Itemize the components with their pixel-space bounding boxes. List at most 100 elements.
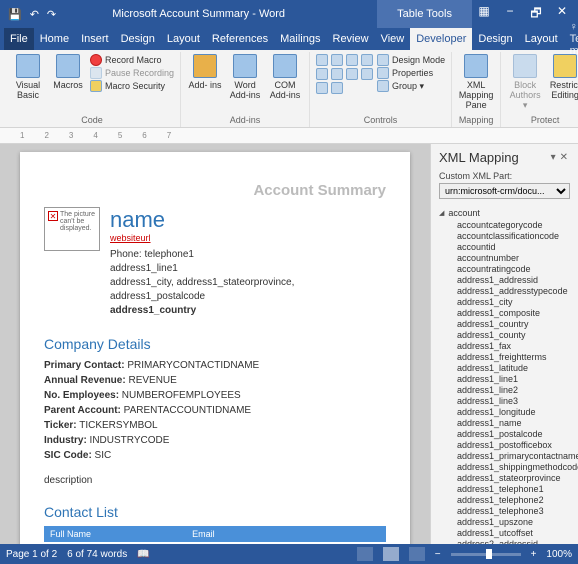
tree-node[interactable]: address1_longitude <box>457 406 574 417</box>
address-postal[interactable]: address1_postalcode <box>110 290 386 304</box>
tree-node[interactable]: address1_telephone1 <box>457 483 574 494</box>
detail-row[interactable]: Industry: INDUSTRYCODE <box>44 433 386 448</box>
tree-node[interactable]: address1_city <box>457 296 574 307</box>
control-image-icon[interactable] <box>346 54 358 66</box>
block-authors-button[interactable]: Block Authors ▾ <box>507 54 543 111</box>
pane-options-icon[interactable]: ▾ <box>549 152 558 163</box>
tree-node[interactable]: accountid <box>457 241 574 252</box>
record-macro-button[interactable]: Record Macro <box>90 54 174 66</box>
properties-button[interactable]: Properties <box>377 67 445 79</box>
zoom-level[interactable]: 100% <box>546 549 572 560</box>
ribbon-options-icon[interactable]: ▦ <box>472 4 496 25</box>
tree-node[interactable]: address1_name <box>457 417 574 428</box>
description-field[interactable]: description <box>44 475 386 486</box>
tab-layout[interactable]: Layout <box>161 28 206 50</box>
tree-node[interactable]: address1_country <box>457 318 574 329</box>
tree-node[interactable]: address1_primarycontactname <box>457 450 574 461</box>
detail-row[interactable]: Ticker: TICKERSYMBOL <box>44 418 386 433</box>
tree-node[interactable]: accountnumber <box>457 252 574 263</box>
tab-file[interactable]: File <box>4 28 34 50</box>
tree-node[interactable]: accountcategorycode <box>457 219 574 230</box>
macro-security-button[interactable]: Macro Security <box>90 80 174 92</box>
tree-node[interactable]: address1_line2 <box>457 384 574 395</box>
word-addins-button[interactable]: Word Add-ins <box>227 54 263 100</box>
tree-root-account[interactable]: ◢account <box>439 207 574 219</box>
view-print-layout[interactable] <box>383 547 399 561</box>
tab-home[interactable]: Home <box>34 28 75 50</box>
com-addins-button[interactable]: COM Add-ins <box>267 54 303 100</box>
detail-row[interactable]: SIC Code: SIC <box>44 448 386 463</box>
redo-icon[interactable]: ↷ <box>43 8 60 21</box>
phone-field[interactable]: telephone1 <box>144 249 194 260</box>
tell-me-search[interactable]: ♀ Tell me... <box>564 28 578 50</box>
tab-design[interactable]: Design <box>115 28 161 50</box>
control-dropdown-icon[interactable] <box>346 68 358 80</box>
view-web-layout[interactable] <box>409 547 425 561</box>
tree-node[interactable]: address1_stateorprovince <box>457 472 574 483</box>
detail-row[interactable]: Parent Account: PARENTACCOUNTIDNAME <box>44 403 386 418</box>
xml-mapping-pane-button[interactable]: XML Mapping Pane <box>458 54 494 110</box>
tree-node[interactable]: accountratingcode <box>457 263 574 274</box>
minimize-icon[interactable]: − <box>498 4 522 25</box>
tree-node[interactable]: address1_addressid <box>457 274 574 285</box>
contact-table[interactable]: Full Name Email fullname emailaddress1 <box>44 526 386 544</box>
restore-icon[interactable]: 🗗 <box>524 4 548 25</box>
restrict-editing-button[interactable]: Restrict Editing <box>547 54 578 100</box>
pane-close-icon[interactable]: ✕ <box>558 152 570 163</box>
tree-node[interactable]: address1_composite <box>457 307 574 318</box>
tree-node[interactable]: address1_shippingmethodcode <box>457 461 574 472</box>
tree-node[interactable]: address1_addresstypecode <box>457 285 574 296</box>
control-aa-icon[interactable] <box>316 54 328 66</box>
expand-icon[interactable]: ◢ <box>439 209 444 217</box>
macros-button[interactable]: Macros <box>50 54 86 90</box>
visual-basic-button[interactable]: Visual Basic <box>10 54 46 100</box>
tab-insert[interactable]: Insert <box>75 28 115 50</box>
zoom-in-button[interactable]: + <box>531 549 537 560</box>
custom-xml-part-select[interactable]: urn:microsoft-crm/docu... <box>439 183 570 199</box>
tab-mailings[interactable]: Mailings <box>274 28 326 50</box>
name-field[interactable]: name <box>110 207 386 233</box>
tree-node[interactable]: address1_fax <box>457 340 574 351</box>
address-country[interactable]: address1_country <box>110 304 386 318</box>
ruler[interactable]: 1234567 <box>0 128 578 144</box>
tree-node[interactable]: address2_addressid <box>457 538 574 544</box>
design-mode-button[interactable]: Design Mode <box>377 54 445 66</box>
tree-node[interactable]: address1_line1 <box>457 373 574 384</box>
tree-node[interactable]: address1_latitude <box>457 362 574 373</box>
tree-node[interactable]: address1_postofficebox <box>457 439 574 450</box>
group-button[interactable]: Group ▾ <box>377 80 445 92</box>
website-field[interactable]: websiteurl <box>110 233 151 243</box>
view-read-mode[interactable] <box>357 547 373 561</box>
spellcheck-icon[interactable]: 📖 <box>137 549 149 560</box>
zoom-out-button[interactable]: − <box>435 549 441 560</box>
pause-recording-button[interactable]: Pause Recording <box>90 67 174 79</box>
xml-tree[interactable]: ◢account accountcategorycodeaccountclass… <box>431 203 578 544</box>
control-legacy-icon[interactable] <box>331 82 343 94</box>
page[interactable]: Account Summary ✕The picture can't be di… <box>20 152 410 544</box>
tab-review[interactable]: Review <box>327 28 375 50</box>
table-row[interactable]: fullname emailaddress1 <box>44 542 386 544</box>
tab-references[interactable]: References <box>206 28 274 50</box>
detail-row[interactable]: Annual Revenue: REVENUE <box>44 373 386 388</box>
tree-node[interactable]: accountclassificationcode <box>457 230 574 241</box>
addins-button[interactable]: Add- ins <box>187 54 223 90</box>
tree-node[interactable]: address1_upszone <box>457 516 574 527</box>
image-placeholder[interactable]: ✕The picture can't be displayed. <box>44 207 100 251</box>
address-line1[interactable]: address1_line1 <box>110 262 386 276</box>
tree-node[interactable]: address1_telephone3 <box>457 505 574 516</box>
tree-node[interactable]: address1_utcoffset <box>457 527 574 538</box>
control-combo-icon[interactable] <box>331 68 343 80</box>
control-bb-icon[interactable] <box>361 54 373 66</box>
status-words[interactable]: 6 of 74 words <box>67 549 127 560</box>
control-repeat-icon[interactable] <box>316 82 328 94</box>
detail-row[interactable]: No. Employees: NUMBEROFEMPLOYEES <box>44 388 386 403</box>
tab-tt-layout[interactable]: Layout <box>519 28 564 50</box>
document-area[interactable]: Account Summary ✕The picture can't be di… <box>0 144 430 544</box>
tree-node[interactable]: address1_line3 <box>457 395 574 406</box>
undo-icon[interactable]: ↶ <box>26 8 43 21</box>
tree-node[interactable]: address1_freightterms <box>457 351 574 362</box>
control-date-icon[interactable] <box>361 68 373 80</box>
tree-node[interactable]: address1_postalcode <box>457 428 574 439</box>
address-city-state[interactable]: address1_city, address1_stateorprovince, <box>110 276 386 290</box>
tab-developer[interactable]: Developer <box>410 28 472 50</box>
